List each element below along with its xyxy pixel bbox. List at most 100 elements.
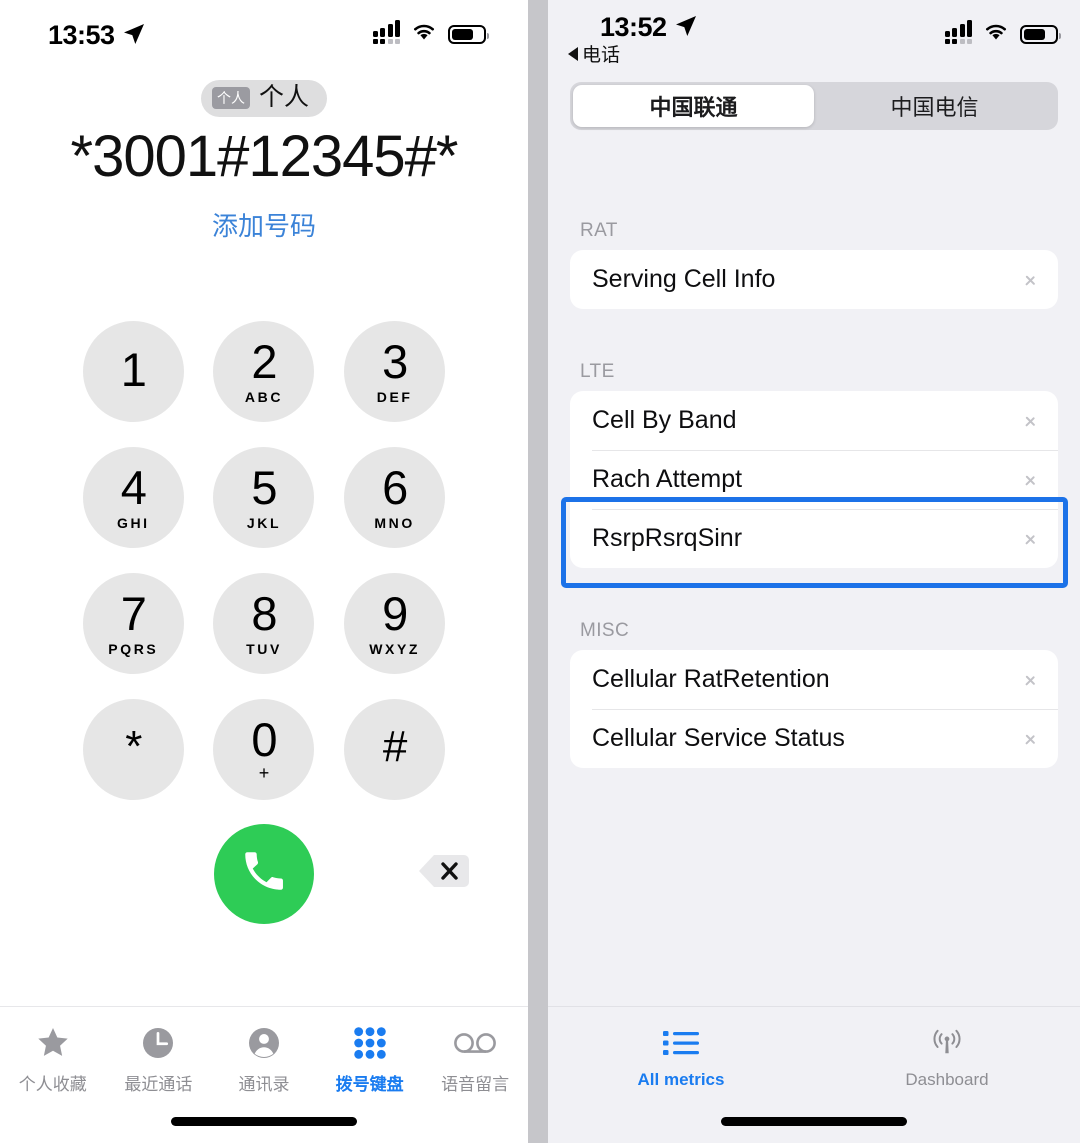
section-header: RAT [580, 220, 618, 241]
sidebar-item-favorites[interactable]: 个人收藏 [0, 1023, 106, 1095]
tab-label: All metrics [637, 1070, 725, 1089]
wifi-icon [983, 22, 1009, 46]
dialer-action-row [68, 823, 469, 924]
delete-backspace-icon [416, 851, 470, 896]
keypad-grid-icon [353, 1023, 387, 1063]
key-3[interactable]: 3 DEF [344, 320, 446, 422]
left-phone-screen: 13:53 个人 个人 *3001#12345#* 添加号码 1 2 ABC 3… [0, 0, 528, 1143]
key-letters: GHI [116, 514, 150, 531]
tab-label: 语音留言 [441, 1075, 510, 1094]
segment-option-1[interactable]: 中国电信 [814, 85, 1055, 127]
key-letters: MNO [374, 514, 415, 531]
list-item-cellular-service-status[interactable]: Cellular Service Status [570, 709, 1058, 768]
key-digit: 7 [120, 586, 147, 640]
key-0[interactable]: 0 + [213, 698, 315, 800]
key-digit: 2 [251, 334, 277, 388]
key-hash[interactable]: # [344, 698, 446, 800]
key-digit: 4 [120, 460, 147, 514]
key-9[interactable]: 9 WXYZ [344, 572, 446, 674]
chevron-right-icon [1025, 270, 1036, 289]
key-star[interactable]: * [82, 698, 184, 800]
sidebar-item-keypad[interactable]: 拨号键盘 [317, 1023, 423, 1095]
row-label: Serving Cell Info [592, 265, 776, 293]
right-phone-screen: 13:52 电话 中国联通 中国电信 RAT Serving Cell Info… [548, 0, 1080, 1143]
right-tabbar: All metrics Dashboard [548, 1006, 1080, 1143]
section-misc: MISC Cellular RatRetention Cellular Serv… [548, 620, 1080, 768]
key-digit: 5 [251, 460, 277, 514]
add-number-link[interactable]: 添加号码 [0, 206, 528, 243]
key-1[interactable]: 1 [82, 320, 184, 422]
dialed-number-display[interactable]: *3001#12345#* [0, 124, 528, 190]
chevron-right-icon [1025, 529, 1036, 548]
row-label: Cellular Service Status [592, 724, 845, 752]
location-arrow-icon [122, 22, 146, 46]
sim-selector-badge[interactable]: 个人 个人 [200, 80, 327, 117]
sim-chip-label: 个人 [211, 86, 250, 109]
key-digit: 9 [382, 586, 408, 640]
key-7[interactable]: 7 PQRS [82, 572, 184, 674]
list-item-rsrp-rsrq-sinr[interactable]: RsrpRsrqSinr [570, 509, 1058, 568]
sim-name-label: 个人 [258, 83, 309, 111]
sidebar-item-recents[interactable]: 最近通话 [106, 1023, 212, 1095]
key-letters: ABC [244, 388, 284, 405]
section-lte: LTE Cell By Band Rach Attempt RsrpRsrqSi… [548, 361, 1080, 568]
list-item-serving-cell-info[interactable]: Serving Cell Info [570, 250, 1058, 309]
status-right-icons [372, 20, 489, 46]
chevron-right-icon [1025, 411, 1036, 430]
chevron-right-icon [1025, 729, 1036, 748]
cellular-signal-icon [944, 20, 972, 44]
battery-icon [1020, 24, 1061, 44]
sidebar-item-contacts[interactable]: 通讯录 [211, 1023, 317, 1095]
section-card: Cell By Band Rach Attempt RsrpRsrqSinr [570, 391, 1058, 568]
contact-person-icon [246, 1023, 282, 1063]
key-letters: + [258, 763, 270, 784]
key-letters: PQRS [108, 640, 159, 657]
status-time: 13:53 [48, 20, 115, 50]
key-8[interactable]: 8 TUV [213, 572, 315, 674]
key-5[interactable]: 5 JKL [213, 446, 315, 548]
back-triangle-icon [568, 46, 578, 61]
home-indicator [721, 1117, 907, 1126]
tab-dashboard[interactable]: Dashboard [814, 1023, 1080, 1090]
voicemail-icon [453, 1023, 497, 1063]
carrier-segmented-control[interactable]: 中国联通 中国电信 [570, 82, 1058, 130]
key-digit: * [125, 722, 142, 772]
key-4[interactable]: 4 GHI [82, 446, 184, 548]
location-arrow-icon [674, 14, 698, 38]
screen-divider [528, 0, 548, 1143]
back-to-phone-button[interactable]: 电话 [568, 40, 620, 67]
key-letters: WXYZ [369, 640, 421, 657]
list-item-rach-attempt[interactable]: Rach Attempt [570, 450, 1058, 509]
status-right-icons [944, 20, 1061, 46]
list-item-cell-by-band[interactable]: Cell By Band [570, 391, 1058, 450]
tab-all-metrics[interactable]: All metrics [548, 1023, 814, 1090]
key-6[interactable]: 6 MNO [344, 446, 446, 548]
cellular-signal-icon [372, 20, 400, 44]
key-letters: DEF [376, 388, 413, 405]
section-card: Serving Cell Info [570, 250, 1058, 309]
status-time: 13:52 [600, 12, 667, 42]
call-button[interactable] [214, 823, 314, 924]
row-label: Cellular RatRetention [592, 665, 830, 693]
row-label: RsrpRsrqSinr [592, 524, 743, 552]
key-letters: JKL [246, 514, 282, 531]
segment-option-0[interactable]: 中国联通 [573, 85, 814, 127]
tab-label: 拨号键盘 [335, 1075, 404, 1094]
key-2[interactable]: 2 ABC [213, 320, 315, 422]
tab-label: 通讯录 [238, 1075, 290, 1094]
list-bullet-icon [662, 1023, 700, 1063]
section-header: LTE [580, 361, 615, 382]
phone-handset-icon [239, 846, 289, 901]
delete-backspace-button[interactable] [416, 854, 470, 894]
battery-icon [448, 24, 489, 44]
section-header: MISC [580, 620, 630, 641]
list-item-cellular-rat-retention[interactable]: Cellular RatRetention [570, 650, 1058, 709]
sidebar-item-voicemail[interactable]: 语音留言 [422, 1023, 528, 1095]
dialpad-keypad: 1 2 ABC 3 DEF 4 GHI 5 JKL 6 MNO 7 PQRS 8 TUV 9W… [68, 320, 460, 800]
section-card: Cellular RatRetention Cellular Service S… [570, 650, 1058, 768]
key-digit: 3 [382, 334, 408, 388]
sim-badge-container: 个人 个人 [0, 80, 528, 117]
home-indicator [171, 1117, 357, 1126]
star-icon [35, 1023, 71, 1063]
row-label: Rach Attempt [592, 465, 743, 493]
